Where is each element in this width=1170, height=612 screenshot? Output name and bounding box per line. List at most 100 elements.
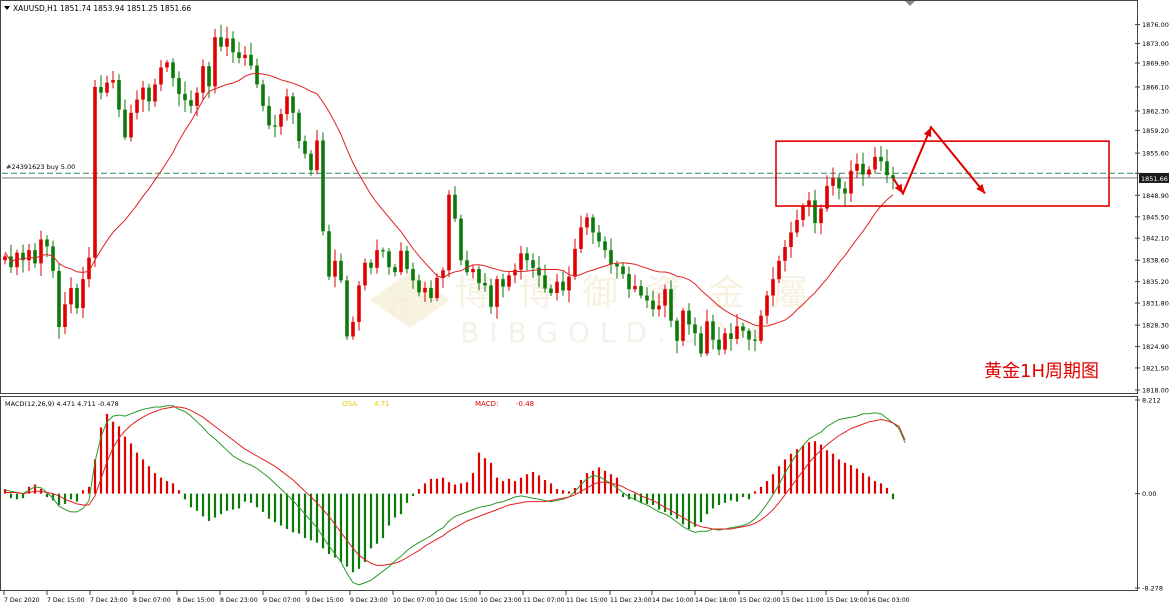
candle-body (333, 260, 337, 277)
candle-body (57, 270, 61, 327)
candle-body (309, 153, 313, 171)
macd-tick-label: 0.00 (1142, 490, 1156, 498)
candle-body (831, 178, 835, 186)
candle-body (495, 279, 499, 307)
price-tick-label: 1859.20 (1142, 127, 1169, 135)
candle-body (435, 277, 439, 299)
candle-body (663, 289, 667, 306)
candle-body (213, 37, 217, 87)
candle-body (243, 54, 247, 58)
time-tick-label: 15 Dec 11:00 (782, 597, 824, 604)
candle-body (675, 320, 679, 341)
candle-body (549, 288, 553, 293)
macd-title: MACD(12,26,9) 4.471 4.711 -0.478 (5, 400, 119, 408)
osma-label: OSA (342, 400, 357, 408)
candle-body (753, 339, 757, 341)
candle-body (483, 282, 487, 286)
candle-body (351, 321, 355, 337)
candle-body (303, 141, 307, 154)
time-tick-label: 14 Dec 10:00 (652, 597, 694, 604)
candle-body (105, 82, 109, 93)
candle-body (867, 169, 871, 175)
candle-body (147, 87, 151, 102)
candle-body (621, 266, 625, 275)
candle-body (375, 250, 379, 268)
candle-body (873, 156, 877, 170)
macd-tick-label: -8.278 (1142, 585, 1163, 593)
candle-body (183, 93, 187, 101)
candle-body (261, 84, 265, 106)
candle-body (345, 280, 349, 337)
candle-body (525, 253, 529, 261)
price-tick-label: 1848.90 (1142, 192, 1169, 200)
candle-body (123, 109, 127, 138)
candle-body (693, 324, 697, 334)
candle-body (807, 200, 811, 207)
candle-body (489, 285, 493, 307)
candle-body (111, 80, 115, 83)
candle-body (381, 250, 385, 252)
candle-body (327, 231, 331, 277)
candle-body (861, 163, 865, 175)
candle-body (795, 219, 799, 233)
candle-body (627, 274, 631, 290)
candle-body (717, 339, 721, 350)
time-tick-label: 9 Dec 23:00 (350, 597, 388, 604)
candle-body (171, 62, 175, 79)
price-tick-label: 1845.50 (1142, 213, 1169, 221)
candle-body (651, 300, 655, 310)
price-tick-label: 1831.80 (1142, 300, 1169, 308)
price-tick-label: 1876.00 (1142, 21, 1169, 29)
price-tick-label: 1824.90 (1142, 343, 1169, 351)
candle-body (507, 275, 511, 287)
candle-body (729, 333, 733, 339)
candle-body (429, 287, 433, 299)
price-tick-label: 1835.20 (1142, 278, 1169, 286)
candle-body (777, 260, 781, 280)
candle-body (699, 333, 703, 354)
candle-body (819, 208, 823, 224)
candle-body (315, 140, 319, 171)
time-tick-label: 10 Dec 15:00 (436, 597, 478, 604)
candle-body (45, 239, 49, 247)
candle-body (93, 86, 97, 258)
osma-value: 4.71 (374, 400, 390, 408)
candle-body (543, 275, 547, 289)
time-tick-label: 15 Dec 02:00 (739, 597, 781, 604)
candle-body (99, 86, 103, 93)
time-tick-label: 10 Dec 23:00 (480, 597, 522, 604)
time-tick-label: 11 Dec 23:00 (610, 597, 652, 604)
candle-body (63, 304, 67, 327)
candle-body (369, 262, 373, 268)
candle-body (237, 52, 241, 58)
candle-body (639, 286, 643, 296)
candle-body (633, 286, 637, 290)
candle-body (735, 326, 739, 339)
candle-body (843, 188, 847, 194)
candle-body (399, 250, 403, 273)
price-tick-label: 1818.00 (1142, 387, 1169, 395)
candle-body (747, 330, 751, 340)
time-tick-label: 11 Dec 15:00 (566, 597, 608, 604)
watermark-logo-letter: G (388, 292, 411, 325)
candle-body (393, 267, 397, 273)
price-tick-label: 1821.50 (1142, 364, 1169, 372)
candle-body (357, 285, 361, 322)
candle-body (813, 200, 817, 224)
price-tick-label: 1828.30 (1142, 322, 1169, 330)
candle-body (477, 269, 481, 283)
candle-body (705, 321, 709, 354)
candle-body (573, 248, 577, 277)
time-tick-label: 11 Dec 07:00 (523, 597, 565, 604)
candle-body (273, 125, 277, 127)
candle-body (135, 99, 139, 113)
candle-body (789, 232, 793, 247)
candle-body (411, 269, 415, 281)
price-badge: 1851.66 (1141, 175, 1168, 183)
time-tick-label: 16 Dec 03:00 (868, 597, 910, 604)
candle-body (39, 239, 43, 264)
order-label[interactable]: #24391623 buy 5.00 (6, 163, 75, 171)
candle-body (423, 287, 427, 293)
candle-body (879, 156, 883, 162)
candle-body (471, 269, 475, 273)
